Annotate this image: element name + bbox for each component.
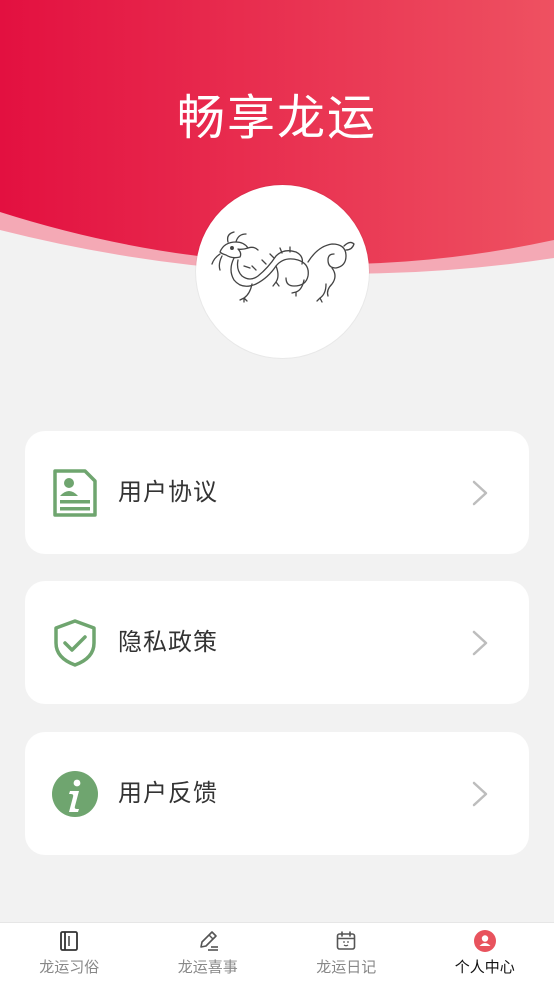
tab-customs[interactable]: 龙运习俗 (0, 923, 139, 985)
avatar[interactable] (196, 185, 369, 358)
document-icon (51, 468, 99, 518)
bottom-tab-bar: 龙运习俗 龙运喜事 龙运日记 个人中心 (0, 922, 554, 985)
dragon-illustration-icon (208, 222, 358, 322)
chevron-right-icon (471, 780, 489, 808)
tab-label: 龙运日记 (316, 958, 376, 976)
edit-icon (196, 929, 220, 953)
menu-item-label: 用户协议 (118, 431, 218, 554)
tab-label: 龙运习俗 (39, 958, 99, 976)
menu-item-privacy-policy[interactable]: 隐私政策 (25, 581, 529, 704)
page-title: 畅享龙运 (0, 86, 554, 150)
menu-item-user-agreement[interactable]: 用户协议 (25, 431, 529, 554)
menu-item-label: 用户反馈 (118, 732, 218, 855)
tab-label: 个人中心 (455, 958, 515, 976)
tab-profile[interactable]: 个人中心 (416, 923, 554, 985)
menu-item-label: 隐私政策 (118, 581, 218, 704)
shield-check-icon (51, 618, 99, 668)
book-icon (57, 929, 81, 953)
chevron-right-icon (471, 629, 489, 657)
calendar-icon (334, 929, 358, 953)
tab-label: 龙运喜事 (178, 958, 238, 976)
user-icon (473, 929, 497, 953)
info-icon (51, 769, 99, 819)
menu-item-user-feedback[interactable]: 用户反馈 (25, 732, 529, 855)
chevron-right-icon (471, 479, 489, 507)
tab-happy-events[interactable]: 龙运喜事 (139, 923, 278, 985)
tab-diary[interactable]: 龙运日记 (277, 923, 416, 985)
